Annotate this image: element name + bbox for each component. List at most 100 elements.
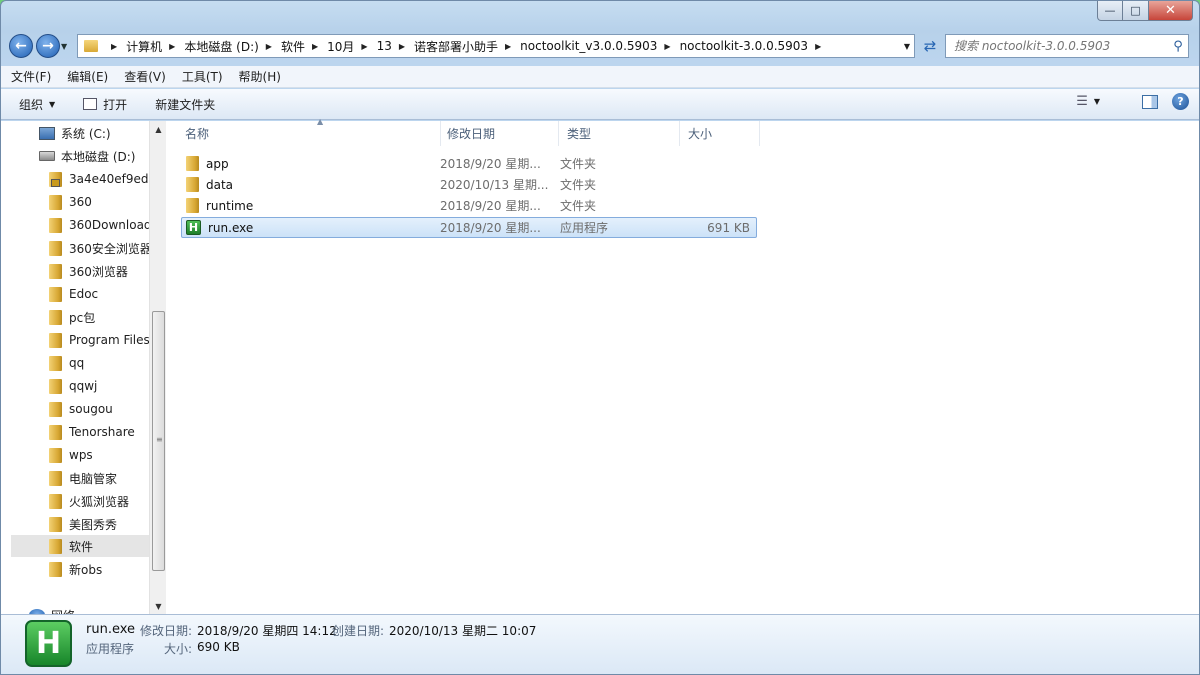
breadcrumb-item[interactable]: 10月 xyxy=(327,38,354,55)
menu-help[interactable]: 帮助(H) xyxy=(239,68,281,85)
tree-item-label: 电脑管家 xyxy=(69,471,118,486)
tree-item-folder[interactable]: pc包 xyxy=(11,306,149,328)
tree-item-label: 火狐浏览器 xyxy=(69,494,130,509)
file-modified: 2018/9/20 星期... xyxy=(440,199,541,213)
breadcrumb-separator-icon[interactable]: ▶ xyxy=(815,42,821,51)
maximize-button[interactable]: □ xyxy=(1123,1,1149,21)
change-view-button[interactable]: ☰ ▼ xyxy=(1076,94,1128,109)
tree-item-label: 360Download xyxy=(69,218,149,232)
breadcrumb-item[interactable]: 本地磁盘 (D:) xyxy=(184,38,258,55)
open-button[interactable]: 打开 xyxy=(83,96,127,113)
navigation-scrollbar[interactable]: ▲ ≡ ▼ xyxy=(149,121,166,614)
scrollbar-thumb[interactable]: ≡ xyxy=(152,311,165,571)
search-icon[interactable]: ⚲ xyxy=(1168,39,1188,54)
breadcrumb-separator-icon[interactable]: ▶ xyxy=(111,42,117,51)
tree-item-d-drive[interactable]: 本地磁盘 (D:) xyxy=(11,145,149,167)
new-folder-button[interactable]: 新建文件夹 xyxy=(155,96,215,113)
menu-view[interactable]: 查看(V) xyxy=(124,68,166,85)
preview-pane-button[interactable] xyxy=(1142,94,1158,109)
menu-file[interactable]: 文件(F) xyxy=(11,68,51,85)
tree-item-label: sougou xyxy=(69,402,113,416)
address-bar[interactable]: ▶ 计算机 ▶ 本地磁盘 (D:) ▶ 软件 ▶ 10月 ▶ 13 ▶ 诺客部署… xyxy=(77,34,915,58)
close-button[interactable]: ✕ xyxy=(1149,1,1193,21)
tree-item-folder[interactable]: 360浏览器 xyxy=(11,260,149,282)
column-header-size[interactable]: 大小 xyxy=(680,121,760,146)
breadcrumb-separator-icon[interactable]: ▶ xyxy=(505,42,511,51)
details-created-label: 创建日期: xyxy=(332,624,385,638)
tree-item-folder[interactable]: Edoc xyxy=(11,283,149,305)
tree-item-folder[interactable]: wps xyxy=(11,444,149,466)
tree-item-folder[interactable]: 3a4e40ef9ed7 xyxy=(11,168,149,190)
search-input[interactable] xyxy=(954,39,1168,53)
column-header-label: 类型 xyxy=(567,127,592,141)
tree-item-folder[interactable]: sougou xyxy=(11,398,149,420)
help-button[interactable]: ? xyxy=(1172,93,1189,110)
tree-item-folder[interactable]: 火狐浏览器 xyxy=(11,490,149,512)
exe-icon: H xyxy=(186,220,201,235)
breadcrumb-separator-icon[interactable]: ▶ xyxy=(312,42,318,51)
menu-tools[interactable]: 工具(T) xyxy=(182,68,223,85)
address-history-chevron-icon[interactable]: ▼ xyxy=(904,42,910,51)
tree-item-folder[interactable]: qq xyxy=(11,352,149,374)
file-row[interactable]: data 2020/10/13 星期... 文件夹 xyxy=(181,174,757,195)
tree-item-label: 网络 xyxy=(51,607,75,615)
file-row-selected[interactable]: Hrun.exe 2018/9/20 星期... 应用程序 691 KB xyxy=(181,217,757,238)
breadcrumb-item[interactable]: 13 xyxy=(377,39,392,53)
tree-item-folder[interactable]: 360Download xyxy=(11,214,149,236)
refresh-icon[interactable]: ⇄ xyxy=(919,35,941,57)
tree-item-label: 美图秀秀 xyxy=(69,517,118,532)
details-size-label: 大小: xyxy=(164,642,193,656)
minimize-button[interactable]: — xyxy=(1097,1,1123,21)
breadcrumb-item[interactable]: 软件 xyxy=(281,38,305,55)
breadcrumb-item[interactable]: noctoolkit-3.0.0.5903 xyxy=(680,39,808,53)
details-file-name: run.exe xyxy=(86,622,136,637)
breadcrumb-separator-icon[interactable]: ▶ xyxy=(361,42,367,51)
tree-item-folder[interactable]: 电脑管家 xyxy=(11,467,149,489)
folder-icon xyxy=(49,447,62,463)
tree-item-folder[interactable]: Program Files xyxy=(11,329,149,351)
file-modified: 2020/10/13 星期... xyxy=(440,178,549,192)
file-row[interactable]: app 2018/9/20 星期... 文件夹 xyxy=(181,153,757,174)
breadcrumb-separator-icon[interactable]: ▶ xyxy=(664,42,670,51)
tree-item-label: pc包 xyxy=(69,310,96,325)
forward-button[interactable]: → xyxy=(36,34,60,58)
breadcrumb-item[interactable]: 诺客部署小助手 xyxy=(414,38,498,55)
column-header-type[interactable]: 类型 xyxy=(559,121,680,146)
tree-item-label: 本地磁盘 (D:) xyxy=(61,149,136,164)
tree-item-folder[interactable]: 360 xyxy=(11,191,149,213)
file-row[interactable]: runtime 2018/9/20 星期... 文件夹 xyxy=(181,195,757,216)
back-button[interactable]: ← xyxy=(9,34,33,58)
system-drive-icon xyxy=(39,126,55,140)
tree-item-label: 3a4e40ef9ed7 xyxy=(69,172,149,186)
tree-item-folder[interactable]: 360安全浏览器 xyxy=(11,237,149,259)
scroll-down-icon[interactable]: ▼ xyxy=(150,598,167,615)
column-header-modified[interactable]: 修改日期 xyxy=(439,121,559,146)
menu-edit[interactable]: 编辑(E) xyxy=(67,68,108,85)
tree-item-folder[interactable]: 美图秀秀 xyxy=(11,513,149,535)
exe-large-icon: H xyxy=(25,620,72,667)
breadcrumb-item[interactable]: 计算机 xyxy=(126,38,162,55)
recent-pages-chevron-icon[interactable]: ▼ xyxy=(61,42,73,51)
column-header-name[interactable]: 名称 ▲ xyxy=(177,117,441,146)
tree-item-folder[interactable]: Tenorshare xyxy=(11,421,149,443)
tree-item-folder[interactable]: 新obs xyxy=(11,558,149,580)
tree-item-label: Edoc xyxy=(69,287,99,301)
breadcrumb-item[interactable]: noctoolkit_v3.0.0.5903 xyxy=(520,39,657,53)
tree-item-folder-selected[interactable]: 软件 xyxy=(11,535,149,557)
folder-icon xyxy=(49,516,62,532)
tree-item-c-drive[interactable]: 系统 (C:) xyxy=(11,122,149,144)
breadcrumb: ▶ 计算机 ▶ 本地磁盘 (D:) ▶ 软件 ▶ 10月 ▶ 13 ▶ 诺客部署… xyxy=(104,38,830,55)
organize-button[interactable]: 组织 ▼ xyxy=(19,96,55,113)
organize-label: 组织 xyxy=(19,97,44,112)
column-header-label: 名称 xyxy=(185,127,210,141)
chevron-down-icon: ▼ xyxy=(1093,97,1100,106)
breadcrumb-separator-icon[interactable]: ▶ xyxy=(266,42,272,51)
scroll-up-icon[interactable]: ▲ xyxy=(150,121,167,138)
tree-item-network[interactable]: 网络 xyxy=(11,604,149,614)
breadcrumb-separator-icon[interactable]: ▶ xyxy=(169,42,175,51)
tree-item-folder[interactable]: qqwj xyxy=(11,375,149,397)
breadcrumb-separator-icon[interactable]: ▶ xyxy=(399,42,405,51)
details-file-type: 应用程序 xyxy=(86,642,135,656)
folder-icon xyxy=(49,470,62,486)
folder-icon xyxy=(49,217,62,233)
